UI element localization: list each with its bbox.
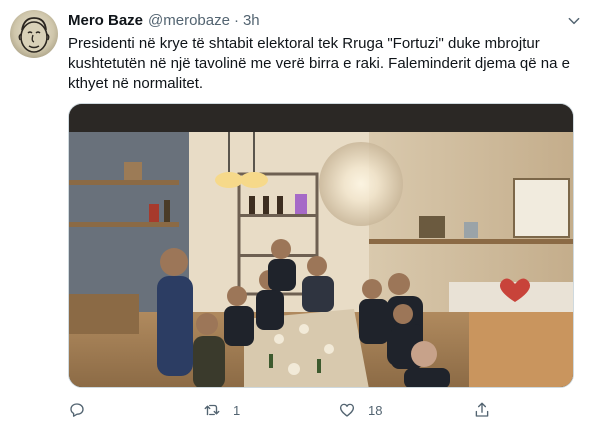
- chevron-down-icon: [568, 17, 580, 25]
- separator-dot: ·: [233, 12, 239, 29]
- author-name[interactable]: Mero Baze: [68, 11, 143, 31]
- like-button[interactable]: 18: [338, 398, 382, 422]
- share-icon: [475, 402, 489, 417]
- avatar[interactable]: [10, 10, 58, 58]
- tweet-header: Mero Baze @merobaze · 3h: [68, 11, 260, 31]
- reply-icon: [70, 403, 84, 417]
- retweet-button[interactable]: 1: [203, 398, 240, 422]
- retweet-icon: [204, 404, 220, 416]
- tweet-text: Presidenti në krye të shtabit elektoral …: [68, 35, 570, 92]
- reply-button[interactable]: [68, 398, 98, 422]
- tweet[interactable]: Mero Baze @merobaze · 3h Presidenti në k…: [0, 0, 596, 423]
- like-count: 18: [368, 402, 383, 418]
- share-button[interactable]: [473, 398, 491, 422]
- caricature-avatar-image: [18, 17, 50, 53]
- author-handle[interactable]: @merobaze: [148, 11, 230, 31]
- restaurant-group-photo: [69, 104, 573, 387]
- tweet-photo[interactable]: [68, 103, 574, 388]
- tweet-timestamp[interactable]: 3h: [243, 11, 260, 31]
- tweet-actions: 1 18: [68, 398, 508, 422]
- more-options-button[interactable]: [560, 9, 588, 33]
- like-icon: [339, 403, 355, 417]
- retweet-count: 1: [233, 402, 241, 418]
